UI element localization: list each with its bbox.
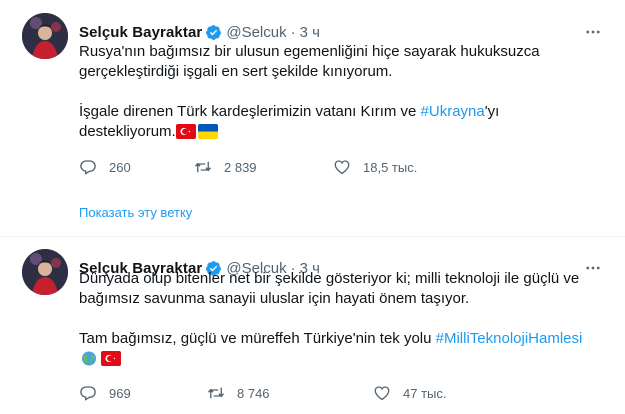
- separator: ·: [290, 23, 296, 41]
- like-button[interactable]: 18,5 тыс.: [333, 158, 417, 176]
- tweet-text-line: İşgale direnen Türk kardeşlerimizin vata…: [79, 102, 604, 122]
- tweet-actions: 260 2 839 18,5 тыс.: [79, 158, 417, 176]
- more-options-icon[interactable]: [583, 22, 603, 42]
- reply-count: 260: [109, 159, 131, 175]
- handle[interactable]: @Selcuk: [226, 24, 286, 41]
- tweet-text: Dünyada olup bitenler net bir şekilde gö…: [79, 269, 604, 369]
- tweet-text-line: destekliyorum.: [79, 122, 604, 142]
- retweet-button[interactable]: 2 839: [194, 158, 333, 176]
- tweet-text-line: gerçekleştirdiği işgali en sert şekilde …: [79, 63, 393, 80]
- turkey-flag-icon: [101, 351, 121, 366]
- heart-icon: [373, 384, 391, 402]
- tweet-text-segment: İşgale direnen Türk kardeşlerimizin vata…: [79, 103, 421, 120]
- retweet-icon: [207, 384, 225, 402]
- tweet[interactable]: Selçuk Bayraktar @Selcuk · 3 ч Dünyada o…: [0, 238, 625, 414]
- timeline: Selçuk Bayraktar @Selcuk · 3 ч Rusya'nın…: [0, 0, 625, 414]
- tweet[interactable]: Selçuk Bayraktar @Selcuk · 3 ч Rusya'nın…: [0, 0, 625, 237]
- verified-badge-icon: [205, 24, 222, 41]
- tweet-text-segment: 'yı: [484, 103, 500, 120]
- hashtag-link[interactable]: #MilliTeknolojiHamlesi: [436, 330, 583, 347]
- tweet-text-line: [79, 349, 604, 369]
- like-button[interactable]: 47 тыс.: [373, 384, 446, 402]
- show-thread-link[interactable]: Показать эту ветку: [79, 205, 192, 220]
- retweet-icon: [194, 158, 212, 176]
- like-count: 47 тыс.: [403, 385, 447, 401]
- tweet-text-line: Rusya'nın bağımsız bir ulusun egemenliği…: [79, 43, 540, 60]
- tweet-text-segment: Tam bağımsız, güçlü ve müreffeh Türkiye'…: [79, 330, 436, 347]
- tweet-text-segment: destekliyorum.: [79, 123, 176, 140]
- ukraine-flag-icon: [197, 124, 218, 139]
- tweet-text-line: Tam bağımsız, güçlü ve müreffeh Türkiye'…: [79, 329, 604, 349]
- tweet-text-line: bağımsız savunma sanayii uluslar için ha…: [79, 290, 470, 307]
- avatar[interactable]: [22, 13, 68, 59]
- avatar[interactable]: [22, 249, 68, 295]
- tweet-header: Selçuk Bayraktar @Selcuk · 3 ч: [79, 22, 320, 42]
- reply-button[interactable]: 260: [79, 158, 194, 176]
- reply-count: 969: [109, 385, 131, 401]
- earth-globe-icon: [79, 351, 99, 366]
- reply-icon: [79, 158, 97, 176]
- display-name[interactable]: Selçuk Bayraktar: [79, 24, 202, 41]
- like-count: 18,5 тыс.: [363, 159, 418, 175]
- retweet-button[interactable]: 8 746: [207, 384, 373, 402]
- hashtag-link[interactable]: #Ukrayna: [421, 103, 485, 120]
- tweet-text-line: Dünyada olup bitenler net bir şekilde gö…: [79, 270, 580, 287]
- reply-button[interactable]: 969: [79, 384, 207, 402]
- tweet-text: Rusya'nın bağımsız bir ulusun egemenliği…: [79, 42, 604, 142]
- tweet-actions: 969 8 746 47 тыс.: [79, 384, 446, 402]
- reply-icon: [79, 384, 97, 402]
- timestamp[interactable]: 3 ч: [300, 24, 320, 41]
- heart-icon: [333, 158, 351, 176]
- turkey-flag-icon: [175, 124, 196, 139]
- retweet-count: 8 746: [237, 385, 270, 401]
- retweet-count: 2 839: [224, 159, 257, 175]
